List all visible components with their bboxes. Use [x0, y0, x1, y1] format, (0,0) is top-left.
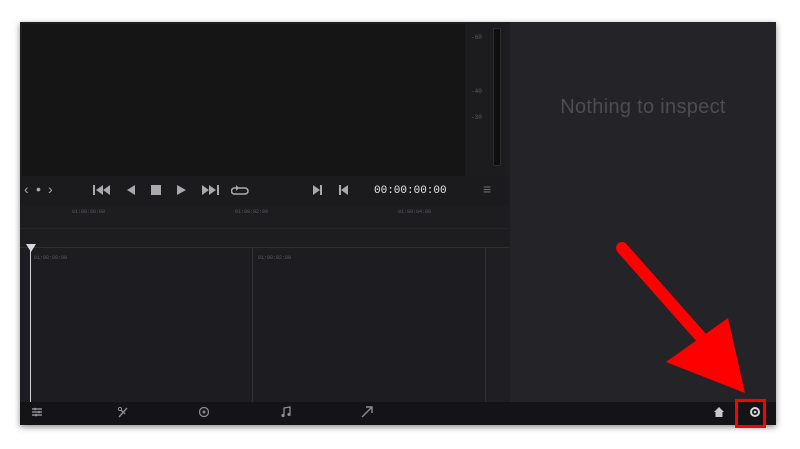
annotation-arrow-icon	[616, 242, 745, 393]
